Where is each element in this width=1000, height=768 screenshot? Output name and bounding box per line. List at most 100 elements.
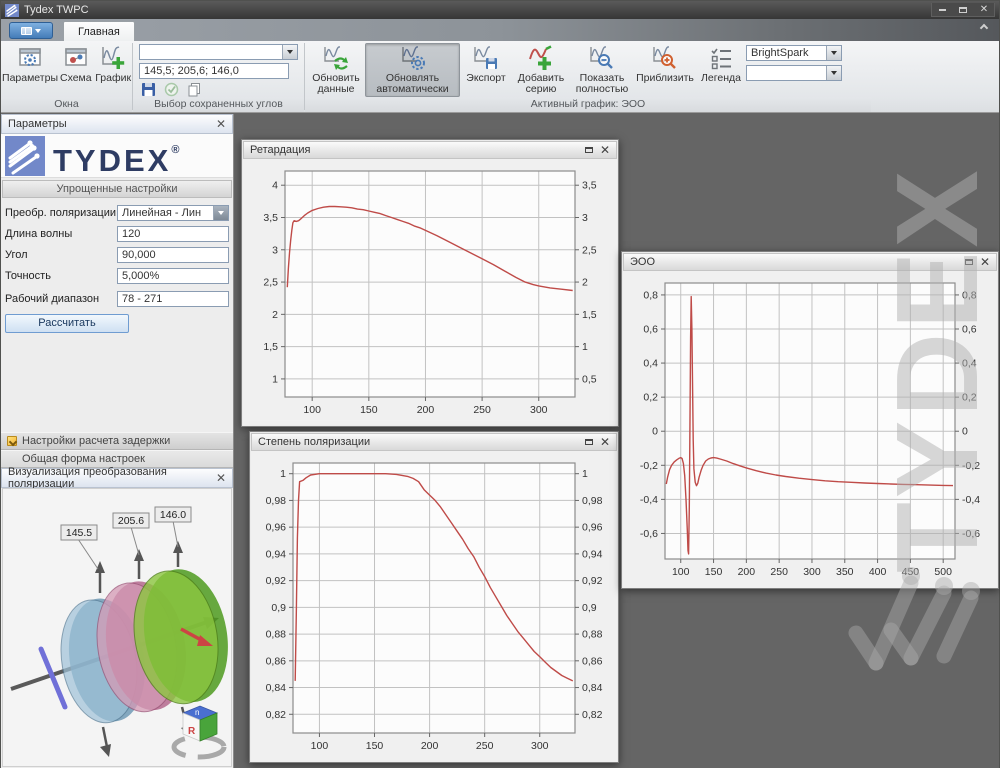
combobox-dropdown-button[interactable] — [826, 66, 841, 80]
tab-glavnaya[interactable]: Главная — [63, 21, 135, 41]
svg-text:0,4: 0,4 — [643, 358, 658, 370]
form-row: Рабочий диапазон 78 - 271 — [5, 288, 229, 309]
copy-angles-button[interactable] — [187, 82, 202, 97]
close-window-button[interactable]: ✕ — [600, 437, 610, 447]
restore-window-button[interactable] — [585, 439, 593, 445]
chart-window-titlebar[interactable]: Степень поляризации ✕ — [251, 433, 617, 451]
working-range-input[interactable]: 78 - 271 — [117, 291, 229, 307]
export-button[interactable]: Экспорт — [460, 43, 512, 97]
svg-text:-0,4: -0,4 — [640, 494, 658, 506]
restore-window-button[interactable] — [965, 259, 973, 265]
orientation-cube-icon[interactable]: R n — [174, 706, 224, 757]
section-delay-settings[interactable]: Настройки расчета задержки — [1, 432, 233, 450]
polarization-select[interactable]: Линейная - Лин — [117, 205, 229, 221]
svg-text:300: 300 — [530, 404, 548, 416]
visualization-panel-header[interactable]: Визуализация преобразования поляризации … — [1, 468, 233, 488]
close-panel-button[interactable]: ✕ — [216, 119, 226, 129]
add-series-button[interactable]: Добавить серию — [512, 43, 570, 97]
ribbon-group-active-graph: Обновить данные Обновлять автоматически — [305, 41, 999, 112]
save-angles-button[interactable] — [141, 82, 156, 97]
button-label: Экспорт — [466, 73, 505, 84]
scheme-button[interactable]: Схема — [57, 43, 95, 97]
legend-icon — [708, 45, 734, 71]
window-gear-icon — [17, 45, 43, 71]
panel-title: Визуализация преобразования поляризации — [8, 466, 216, 490]
select-dropdown-button[interactable] — [213, 206, 228, 220]
svg-text:4: 4 — [272, 180, 278, 192]
chart-auto-refresh-icon — [399, 45, 427, 71]
close-panel-button[interactable]: ✕ — [216, 473, 226, 483]
chart-canvas-polarization-degree: 1001502002503000,820,820,840,840,860,860… — [251, 451, 617, 759]
restore-window-button[interactable] — [585, 147, 593, 153]
saved-angles-combobox[interactable] — [139, 44, 298, 60]
show-all-button[interactable]: Показать полностью — [570, 43, 634, 97]
ribbon: Параметры Схема — [1, 41, 999, 113]
group-label: Окна — [1, 97, 132, 112]
zoom-in-button[interactable]: Приблизить — [634, 43, 696, 97]
svg-text:0,9: 0,9 — [582, 602, 597, 614]
svg-text:300: 300 — [803, 566, 821, 578]
auto-refresh-toggle-button[interactable]: Обновлять автоматически — [365, 43, 460, 97]
chart-canvas-eoo: 100150200250300350400450500-0,6-0,6-0,4-… — [623, 271, 997, 585]
svg-text:0,9: 0,9 — [271, 602, 286, 614]
curve-plus-icon — [527, 45, 555, 71]
svg-text:0,86: 0,86 — [266, 655, 287, 667]
combobox-dropdown-button[interactable] — [282, 45, 297, 59]
restore-button[interactable] — [953, 3, 973, 16]
calculate-button[interactable]: Рассчитать — [5, 314, 129, 333]
svg-text:0,82: 0,82 — [582, 709, 603, 721]
combobox-dropdown-button[interactable] — [826, 46, 841, 60]
series-combobox[interactable]: BrightSpark — [746, 45, 842, 61]
angles-input[interactable]: 145,5; 205,6; 146,0 — [139, 63, 289, 79]
svg-text:R: R — [188, 726, 196, 737]
legend-button[interactable]: Легенда — [696, 43, 746, 97]
group-label: Выбор сохраненных углов — [133, 97, 304, 112]
field-label: Длина волны — [5, 228, 117, 240]
window-titlebar[interactable]: Tydex TWPC ✕ — [1, 1, 999, 19]
parameters-panel-header[interactable]: Параметры ✕ — [1, 114, 233, 134]
chart-zoom-in-icon — [651, 45, 679, 71]
close-window-button[interactable]: ✕ — [600, 145, 610, 155]
secondary-combobox[interactable] — [746, 65, 842, 81]
application-menu-button[interactable] — [9, 22, 53, 39]
collapse-ribbon-button[interactable] — [981, 25, 989, 33]
button-label: Показать полностью — [576, 73, 628, 95]
svg-text:3: 3 — [582, 212, 588, 224]
svg-text:100: 100 — [311, 740, 329, 752]
waveplates-3d-scene: 145.5 205.6 146.0 R — [3, 489, 232, 766]
button-label: Параметры — [2, 73, 58, 84]
polarization-visualization[interactable]: 145.5 205.6 146.0 R — [2, 488, 232, 767]
parameters-button[interactable]: Параметры — [3, 43, 57, 97]
chart-area[interactable]: 1001502002503000,820,820,840,840,860,860… — [251, 451, 617, 762]
form-row: Угол 90,000 — [5, 244, 229, 265]
chart-zoom-out-icon — [588, 45, 616, 71]
svg-text:0,82: 0,82 — [266, 709, 287, 721]
field-label: Точность — [5, 270, 117, 282]
refresh-data-button[interactable]: Обновить данные — [307, 43, 365, 97]
svg-text:-0,2: -0,2 — [962, 460, 980, 472]
accuracy-input[interactable]: 5,000% — [117, 268, 229, 284]
plate-angle-label: 145.5 — [66, 527, 92, 539]
chevron-up-icon — [980, 24, 988, 32]
minimize-button[interactable] — [932, 3, 952, 16]
chevron-down-icon — [218, 211, 224, 215]
graph-button[interactable]: График — [95, 43, 132, 97]
chart-area[interactable]: 100150200250300350400450500-0,6-0,6-0,4-… — [623, 271, 997, 588]
close-window-button[interactable]: ✕ — [980, 257, 990, 267]
chevron-down-icon — [287, 50, 293, 54]
button-label: Схема — [60, 73, 92, 84]
svg-text:250: 250 — [473, 404, 491, 416]
close-button[interactable]: ✕ — [974, 3, 994, 16]
wavelength-input[interactable]: 120 — [117, 226, 229, 242]
angle-input[interactable]: 90,000 — [117, 247, 229, 263]
section-header-simple-settings[interactable]: Упрощенные настройки — [2, 180, 232, 198]
chart-window-titlebar[interactable]: Ретардация ✕ — [243, 141, 617, 159]
minimize-icon — [939, 9, 946, 11]
chart-window-eoo: ЭОО ✕ 100150200250300350400450500-0,6-0,… — [621, 251, 999, 589]
chart-area[interactable]: 10015020025030010,51,5121,52,5232,53,534… — [243, 159, 617, 426]
apply-angles-button[interactable] — [164, 82, 179, 97]
plate-angle-label: 146.0 — [160, 509, 186, 521]
chart-window-titlebar[interactable]: ЭОО ✕ — [623, 253, 997, 271]
svg-text:0,94: 0,94 — [266, 548, 287, 560]
chevron-down-icon — [831, 71, 837, 75]
